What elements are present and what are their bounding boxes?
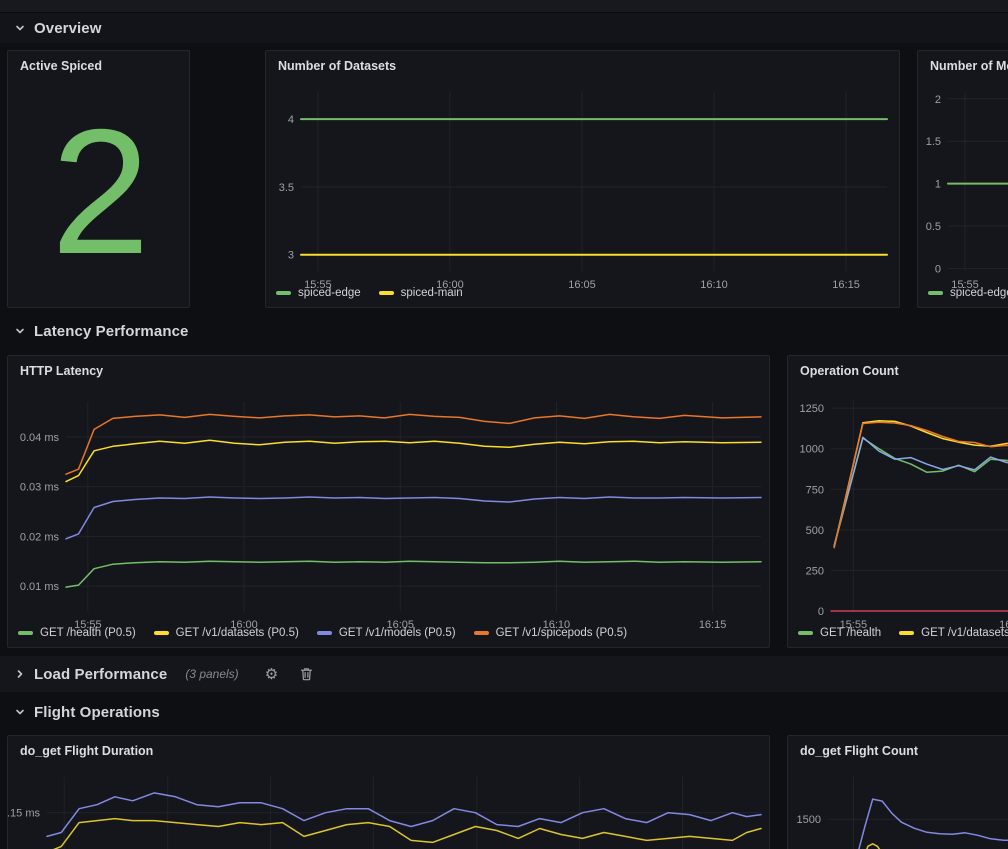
row-settings-button[interactable]: ⚙: [265, 667, 278, 682]
grafana-dashboard: Overview Active Spiced 2 Number of Datas…: [0, 0, 1008, 849]
section-title: Overview: [34, 20, 102, 37]
legend-series-swatch: [379, 291, 394, 295]
legend-series-label: GET /health: [820, 627, 881, 639]
gear-icon: ⚙: [265, 667, 278, 682]
flight-duration-chart[interactable]: 0.15 ms: [8, 762, 769, 849]
chart-legend: spiced-edge spiced-main: [266, 285, 899, 307]
panel-title[interactable]: Number of Datasets: [266, 51, 899, 77]
models-chart[interactable]: 15:5516:0016:0516:1016:1500.511.52: [918, 77, 1008, 285]
svg-text:2: 2: [935, 94, 941, 106]
panel-title[interactable]: do_get Flight Duration: [8, 736, 769, 762]
stat-value-container: 2: [8, 77, 189, 307]
legend-series-swatch: [474, 631, 489, 635]
svg-text:3.5: 3.5: [279, 182, 294, 194]
section-title: Load Performance: [34, 666, 167, 683]
chevron-right-icon: [15, 669, 25, 679]
legend-item[interactable]: GET /v1/datasets (P0.5): [154, 627, 299, 639]
row-delete-button[interactable]: [300, 667, 313, 681]
svg-text:0: 0: [935, 263, 941, 275]
legend-item[interactable]: GET /health (P0.5): [18, 627, 136, 639]
panel-do-get-flight-duration: do_get Flight Duration 0.15 ms: [7, 735, 770, 849]
panel-title[interactable]: HTTP Latency: [8, 356, 769, 382]
svg-text:4: 4: [288, 114, 294, 126]
chevron-down-icon: [15, 707, 25, 717]
svg-text:1500: 1500: [797, 814, 821, 826]
svg-text:0.01 ms: 0.01 ms: [20, 581, 60, 593]
legend-series-label: GET /v1/datasets (P0.5): [176, 627, 299, 639]
legend-series-label: spiced-edge: [950, 287, 1008, 299]
legend-series-swatch: [154, 631, 169, 635]
panel-number-of-datasets: Number of Datasets 15:5516:0016:0516:101…: [265, 50, 900, 308]
legend-item[interactable]: GET /v1/datasets: [899, 627, 1008, 639]
legend-item[interactable]: spiced-edge: [928, 287, 1008, 299]
legend-series-label: GET /v1/models (P0.5): [339, 627, 456, 639]
panel-title[interactable]: do_get Flight Count: [788, 736, 1008, 762]
panel-title[interactable]: Active Spiced: [8, 51, 189, 77]
legend-series-swatch: [798, 631, 813, 635]
chevron-down-icon: [15, 23, 25, 33]
svg-text:1250: 1250: [800, 403, 824, 415]
legend-series-label: spiced-edge: [298, 287, 361, 299]
panel-do-get-flight-count: do_get Flight Count 1500: [787, 735, 1008, 849]
svg-text:0.04 ms: 0.04 ms: [20, 432, 60, 444]
section-title: Latency Performance: [34, 323, 188, 340]
panel-http-latency: HTTP Latency 15:5516:0016:0516:1016:150.…: [7, 355, 770, 648]
section-title: Flight Operations: [34, 704, 160, 721]
legend-series-swatch: [276, 291, 291, 295]
legend-series-label: GET /v1/spicepods (P0.5): [496, 627, 627, 639]
datasets-chart[interactable]: 15:5516:0016:0516:1016:1533.54: [266, 77, 899, 285]
legend-item[interactable]: GET /health: [798, 627, 881, 639]
operation-count-chart[interactable]: 15:5516:0016:0516:1016:15025050075010001…: [788, 382, 1008, 625]
svg-text:0.15 ms: 0.15 ms: [8, 808, 40, 820]
legend-item[interactable]: GET /v1/models (P0.5): [317, 627, 456, 639]
section-header-flight-operations[interactable]: Flight Operations: [0, 697, 1008, 727]
legend-item[interactable]: spiced-edge: [276, 287, 361, 299]
chart-legend: GET /health GET /v1/datasets: [788, 625, 1008, 647]
chart-legend: GET /health (P0.5) GET /v1/datasets (P0.5…: [8, 625, 769, 647]
svg-text:0.02 ms: 0.02 ms: [20, 531, 60, 543]
svg-text:1: 1: [935, 179, 941, 191]
section-header-load-performance[interactable]: Load Performance (3 panels) ⚙: [0, 656, 1008, 692]
section-header-latency-performance[interactable]: Latency Performance: [0, 316, 1008, 346]
chevron-down-icon: [15, 326, 25, 336]
panel-number-of-models: Number of Models 15:5516:0016:0516:1016:…: [917, 50, 1008, 308]
legend-series-swatch: [899, 631, 914, 635]
legend-series-label: GET /v1/datasets: [921, 627, 1008, 639]
legend-series-swatch: [18, 631, 33, 635]
panel-operation-count: Operation Count 15:5516:0016:0516:1016:1…: [787, 355, 1008, 648]
legend-item[interactable]: GET /v1/spicepods (P0.5): [474, 627, 627, 639]
panel-title[interactable]: Number of Models: [918, 51, 1008, 77]
toolbar-edge: [0, 0, 1008, 13]
legend-series-swatch: [928, 291, 943, 295]
legend-item[interactable]: spiced-main: [379, 287, 463, 299]
legend-series-label: spiced-main: [401, 287, 463, 299]
chart-legend: spiced-edge: [918, 285, 1008, 307]
legend-series-swatch: [317, 631, 332, 635]
panel-title[interactable]: Operation Count: [788, 356, 1008, 382]
svg-text:3: 3: [288, 250, 294, 262]
svg-text:0.5: 0.5: [926, 221, 941, 233]
svg-text:0.03 ms: 0.03 ms: [20, 482, 60, 494]
http-latency-chart[interactable]: 15:5516:0016:0516:1016:150.01 ms0.02 ms0…: [8, 382, 769, 625]
svg-text:500: 500: [806, 525, 824, 537]
svg-text:750: 750: [806, 484, 824, 496]
section-header-overview[interactable]: Overview: [0, 13, 1008, 43]
trash-icon: [300, 667, 313, 681]
panel-active-spiced: Active Spiced 2: [7, 50, 190, 308]
svg-text:0: 0: [818, 606, 824, 618]
legend-series-label: GET /health (P0.5): [40, 627, 136, 639]
svg-text:250: 250: [806, 565, 824, 577]
flight-count-chart[interactable]: 1500: [788, 762, 1008, 849]
svg-text:1.5: 1.5: [926, 136, 941, 148]
stat-value: 2: [51, 112, 146, 272]
panels-count-note: (3 panels): [185, 667, 238, 681]
svg-text:1000: 1000: [800, 444, 824, 456]
